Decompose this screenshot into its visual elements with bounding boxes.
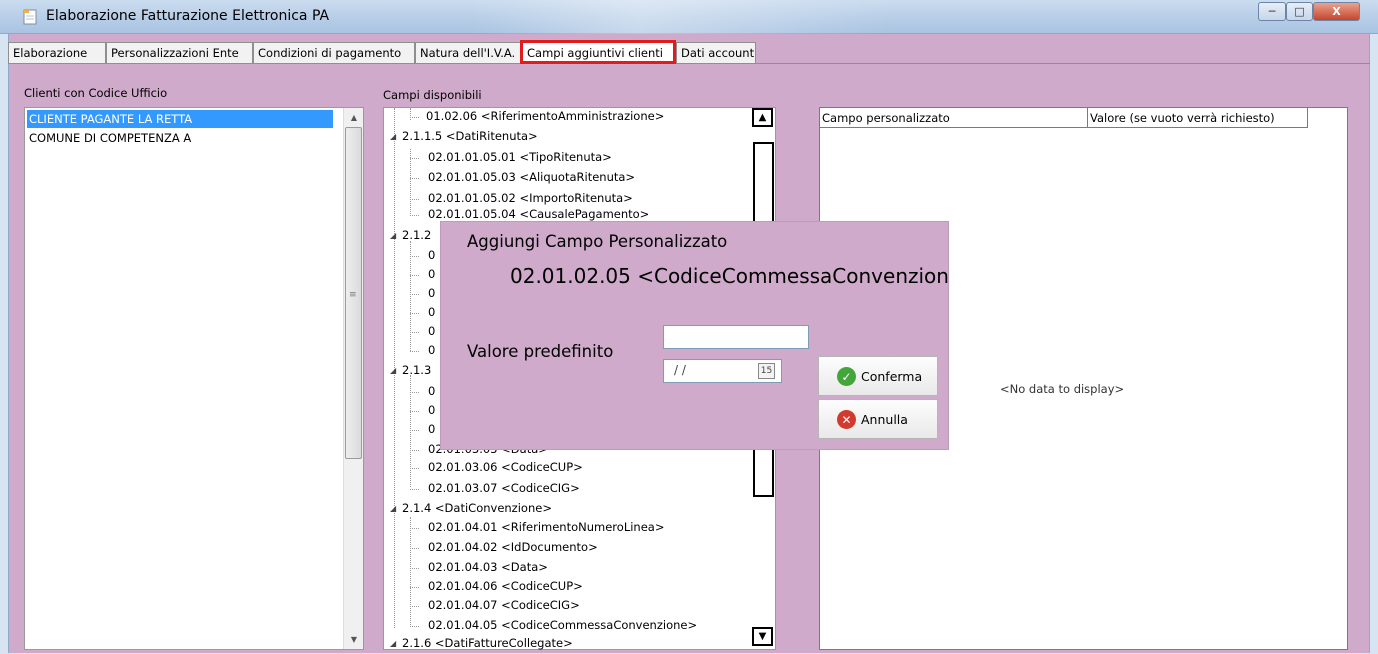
tab-condizioni-pagamento[interactable]: Condizioni di pagamento [253,42,415,63]
fields-label: Campi disponibili [383,88,482,102]
collapse-icon: ◢ [390,639,397,648]
close-icon: ✕ [837,410,856,429]
clients-list[interactable]: CLIENTE PAGANTE LA RETTA COMUNE DI COMPE… [24,107,364,650]
tree-node[interactable]: 02.01.03.06 <CodiceCUP> [410,460,583,478]
tree-node[interactable]: 02.01.01.05.03 <AliquotaRitenuta> [410,170,635,188]
tree-node[interactable]: 02.01.04.03 <Data> [410,560,548,578]
maximize-button[interactable]: □ [1286,2,1313,21]
tree-node[interactable]: 0 [410,267,435,285]
tree-node[interactable]: 0 [410,305,435,323]
tree-node[interactable]: 0 [410,286,435,304]
grid-column-header[interactable]: Valore (se vuoto verrà richiesto) [1088,108,1308,128]
collapse-icon: ◢ [390,132,397,141]
tab-elaborazione[interactable]: Elaborazione [8,42,106,63]
grip-icon: ≡ [349,290,357,300]
scroll-down-icon[interactable]: ▼ [752,627,773,646]
tree-node[interactable]: ◢ 2.1.2 [390,228,431,246]
tree-node[interactable]: ◢ 2.1.6 <DatiFattureCollegate> [390,636,573,654]
scroll-down-icon[interactable]: ▼ [344,630,364,648]
tab-campi-aggiuntivi-clienti[interactable]: Campi aggiuntivi clienti [520,40,676,64]
dialog-field-name: 02.01.02.05 <CodiceCommessaConvenzione> [510,264,948,288]
default-date-field[interactable]: / / 15 [663,359,782,383]
default-value-input[interactable] [663,325,809,349]
tree-node[interactable]: 0 [410,324,435,342]
confirm-label: Conferma [861,369,923,384]
tree-node[interactable]: 02.01.04.01 <RiferimentoNumeroLinea> [410,520,664,538]
tab-natura-iva[interactable]: Natura dell'I.V.A. [415,42,528,63]
tab-dati-account[interactable]: Dati account [676,42,756,63]
scroll-up-icon[interactable]: ▲ [344,108,364,126]
scroll-up-icon[interactable]: ▲ [752,108,773,127]
tree-node[interactable]: ◢ 2.1.3 [390,363,431,381]
tree-node[interactable]: ◢ 2.1.4 <DatiConvenzione> [390,501,552,519]
cancel-button[interactable]: ✕ Annulla [818,399,938,439]
window-title: Elaborazione Fatturazione Elettronica PA [46,8,330,24]
tree-node[interactable]: 02.01.04.05 <CodiceCommessaConvenzione> [410,618,697,636]
list-item[interactable]: COMUNE DI COMPETENZA A [27,129,193,147]
clients-label: Clienti con Codice Ufficio [24,86,168,100]
tree-node[interactable]: 0 [410,248,435,266]
tree-node[interactable]: 01.02.06 <RiferimentoAmministrazione> [410,109,664,127]
grid-column-header[interactable]: Campo personalizzato [820,108,1088,128]
title-bar-glow [470,0,890,34]
grid-empty-text: <No data to display> [1000,382,1125,396]
collapse-icon: ◢ [390,231,397,240]
list-item[interactable]: CLIENTE PAGANTE LA RETTA [27,110,333,128]
check-icon: ✓ [837,367,856,386]
collapse-icon: ◢ [390,504,397,513]
minimize-button[interactable]: ─ [1258,2,1286,21]
confirm-button[interactable]: ✓ Conferma [818,356,938,396]
tree-node[interactable]: 02.01.04.07 <CodiceCIG> [410,598,580,616]
tree-node[interactable]: 02.01.03.07 <CodiceCIG> [410,481,580,499]
date-text: / / [674,363,686,377]
tree-node[interactable]: 0 [410,403,435,421]
calendar-icon[interactable]: 15 [758,363,775,379]
tree-node[interactable]: ◢ 2.1.1.5 <DatiRitenuta> [390,129,538,147]
tree-node[interactable]: 02.01.01.05.01 <TipoRitenuta> [410,150,612,168]
document-icon [22,9,39,25]
cancel-label: Annulla [861,412,908,427]
collapse-icon: ◢ [390,366,397,375]
tree-node[interactable]: 02.01.04.06 <CodiceCUP> [410,579,583,597]
grid-header: Campo personalizzato Valore (se vuoto ve… [820,108,1308,128]
tree-node[interactable]: 0 [410,422,435,440]
tree-node[interactable]: 0 [410,384,435,402]
close-button[interactable]: X [1313,2,1360,21]
tree-node[interactable]: 0 [410,343,435,361]
tree-node[interactable]: 02.01.04.02 <IdDocumento> [410,540,598,558]
dialog-title: Aggiungi Campo Personalizzato [467,232,728,251]
tab-strip-baseline [8,63,1370,64]
add-custom-field-dialog: Aggiungi Campo Personalizzato 02.01.02.0… [441,222,948,449]
default-value-label: Valore predefinito [467,342,614,361]
tab-personalizzazioni-ente[interactable]: Personalizzazioni Ente [106,42,253,63]
